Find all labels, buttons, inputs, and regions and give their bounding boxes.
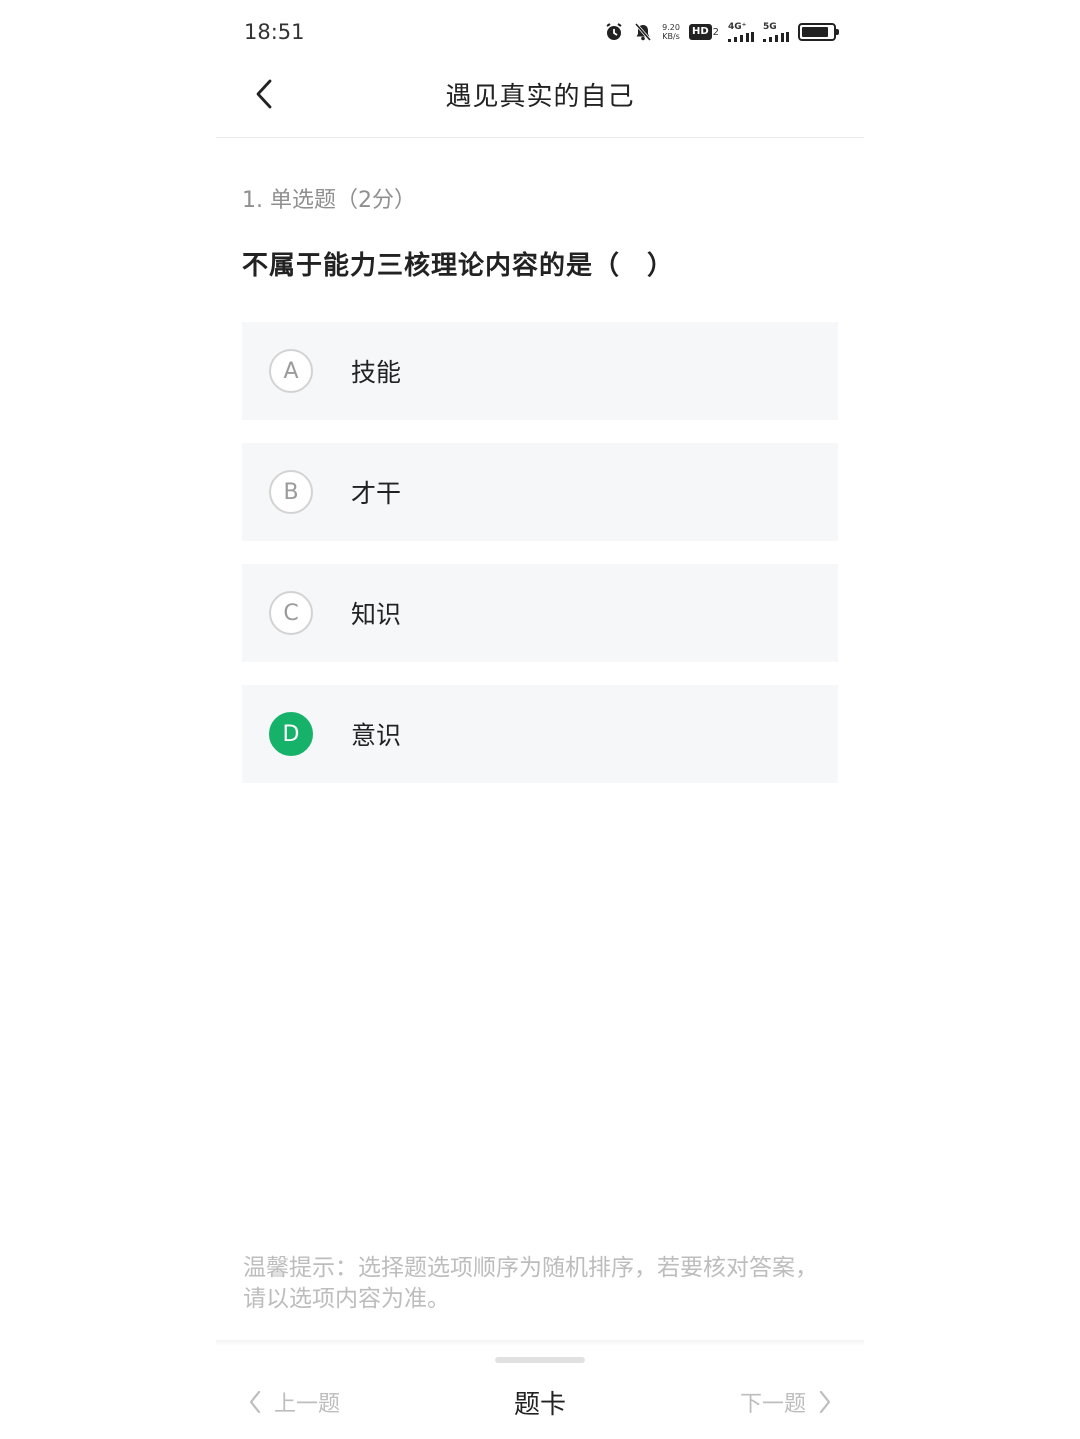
option-d[interactable]: D 意识: [242, 685, 838, 783]
next-question-button[interactable]: 下一题: [740, 1386, 832, 1418]
mute-bell-icon: [633, 22, 653, 42]
option-text: 知识: [351, 600, 402, 629]
status-icons: 9.20 KB/s HD 2 4G⁺ 5G: [604, 20, 839, 44]
bottom-divider: [216, 1340, 864, 1346]
signal-icon: [763, 31, 789, 42]
battery-icon: [798, 23, 839, 41]
question-text: 不属于能力三核理论内容的是（ ）: [242, 251, 675, 281]
hd-sub: 2: [712, 26, 719, 38]
signal-5g: 5G: [763, 21, 789, 42]
page-title: 遇见真实的自己: [445, 82, 635, 112]
bottom-bar: 上一题 题卡 下一题: [216, 1368, 864, 1438]
option-text: 技能: [351, 358, 402, 387]
net-speed-value: 9.20: [662, 23, 680, 32]
chevron-right-icon: [819, 1390, 831, 1414]
question-card-button[interactable]: 题卡: [480, 1384, 600, 1421]
option-letter: C: [269, 591, 313, 635]
drag-handle[interactable]: [495, 1357, 585, 1363]
option-letter: B: [269, 470, 313, 514]
option-text: 意识: [351, 721, 402, 750]
prev-label: 上一题: [274, 1392, 341, 1417]
option-c[interactable]: C 知识: [242, 564, 838, 662]
chevron-left-icon: [249, 1390, 261, 1414]
option-a[interactable]: A 技能: [242, 322, 838, 420]
options-list: A 技能 B 才干 C 知识 D 意识: [242, 322, 838, 806]
prev-question-button[interactable]: 上一题: [248, 1386, 340, 1418]
hd-label: HD: [688, 24, 712, 40]
tip-text: 温馨提示：选择题选项顺序为随机排序，若要核对答案，请以选项内容为准。: [243, 1255, 818, 1312]
net-speed-unit: KB/s: [662, 32, 680, 41]
question-meta: 1. 单选题（2分）: [242, 188, 416, 213]
option-letter: A: [269, 349, 313, 393]
alarm-icon: [604, 22, 624, 42]
next-label: 下一题: [739, 1392, 806, 1417]
phone-screen: 18:51 9.20 KB/s HD 2 4G⁺ 5G 遇见真实的自己 1. 单…: [216, 0, 864, 1439]
hd-voice-indicator: HD 2: [688, 24, 719, 40]
status-time: 18:51: [244, 20, 305, 44]
option-letter: D: [269, 712, 313, 756]
status-bar: 18:51 9.20 KB/s HD 2 4G⁺ 5G: [216, 0, 864, 62]
battery-fill: [802, 27, 828, 37]
option-text: 才干: [351, 479, 402, 508]
signal-icon: [728, 31, 754, 42]
nav-bar: 遇见真实的自己: [216, 62, 864, 138]
sig1-label: 4G⁺: [728, 21, 747, 32]
option-b[interactable]: B 才干: [242, 443, 838, 541]
signal-4g: 4G⁺: [728, 21, 754, 42]
sig2-label: 5G: [763, 21, 777, 32]
net-speed-indicator: 9.20 KB/s: [662, 23, 680, 41]
